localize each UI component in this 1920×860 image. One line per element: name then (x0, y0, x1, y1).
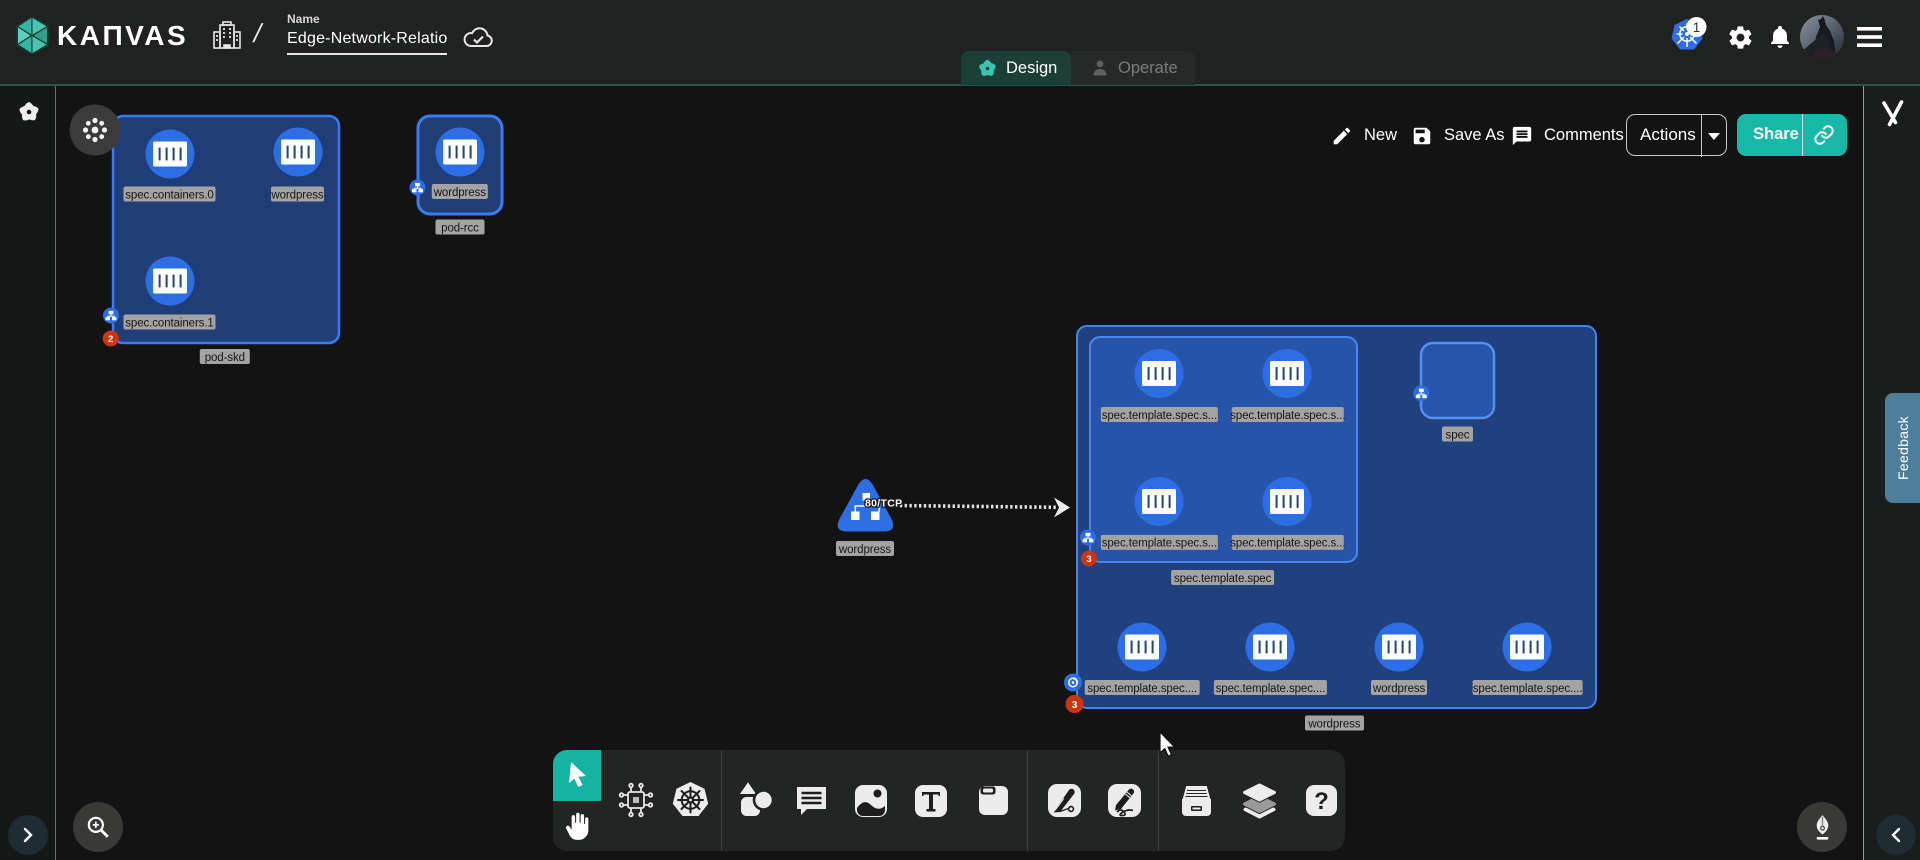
svg-text:spec.template.spec.s...: spec.template.spec.s... (1230, 410, 1345, 422)
svg-text:3: 3 (1086, 554, 1091, 565)
svg-text:pod-rcc: pod-rcc (441, 222, 479, 234)
svg-text:spec.template.spec.s...: spec.template.spec.s... (1102, 410, 1217, 422)
svg-text:wordpress: wordpress (1372, 683, 1425, 695)
svg-text:?: ? (1314, 788, 1329, 815)
svg-text:wordpress: wordpress (838, 544, 891, 556)
svg-text:2: 2 (108, 334, 113, 345)
svg-text:wordpress: wordpress (433, 187, 486, 199)
svg-text:spec.template.spec: spec.template.spec (1174, 573, 1272, 585)
svg-text:wordpress: wordpress (270, 189, 323, 201)
svg-text:spec.template.spec....: spec.template.spec.... (1216, 683, 1326, 695)
svg-text:3: 3 (1072, 700, 1078, 711)
svg-text:80/TCP: 80/TCP (865, 498, 902, 510)
svg-text:spec.template.spec....: spec.template.spec.... (1473, 683, 1583, 695)
svg-text:spec.containers.0: spec.containers.0 (125, 189, 213, 201)
svg-text:wordpress: wordpress (1307, 718, 1360, 730)
svg-text:spec.containers.1: spec.containers.1 (125, 317, 213, 329)
svg-text:spec.template.spec....: spec.template.spec.... (1087, 683, 1197, 695)
svg-text:1: 1 (1693, 20, 1701, 35)
svg-text:spec.template.spec.s...: spec.template.spec.s... (1230, 538, 1345, 550)
svg-text:spec.template.spec.s...: spec.template.spec.s... (1102, 538, 1217, 550)
svg-text:spec: spec (1446, 429, 1470, 441)
svg-text:pod-skd: pod-skd (205, 352, 245, 364)
